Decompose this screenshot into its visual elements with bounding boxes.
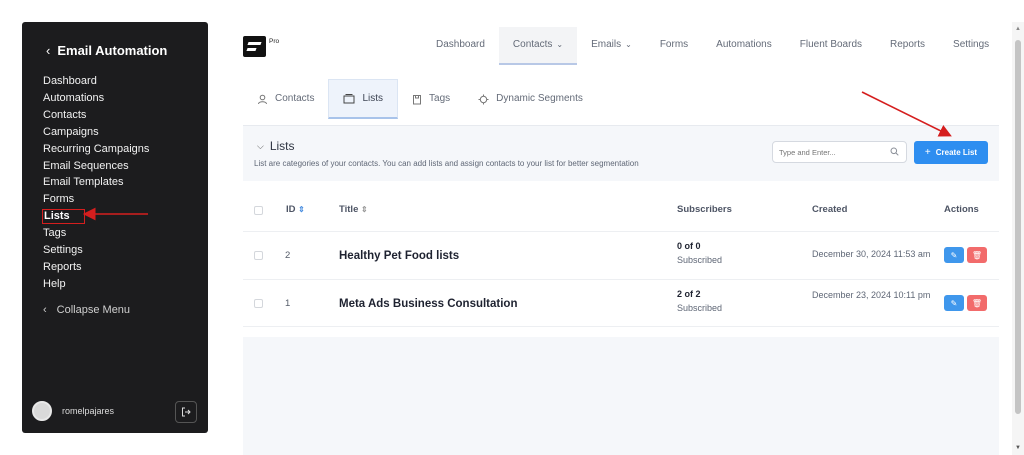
row-title[interactable]: Healthy Pet Food lists — [339, 250, 459, 262]
row-created: December 30, 2024 11:53 am — [812, 249, 931, 259]
sort-icon: ⇕ — [361, 205, 368, 214]
collapse-menu-label: Collapse Menu — [56, 304, 131, 316]
segments-icon — [478, 94, 489, 104]
row-checkbox[interactable] — [254, 251, 263, 260]
edit-button[interactable]: ✎ — [944, 295, 964, 311]
scrollbar-thumb[interactable] — [1015, 40, 1021, 414]
sidebar-item-lists[interactable]: Lists — [42, 208, 149, 225]
row-checkbox[interactable] — [254, 299, 263, 308]
scroll-down-icon[interactable]: ▼ — [1015, 445, 1021, 451]
trash-icon: 🗑 — [971, 298, 983, 308]
trash-icon: 🗑 — [971, 250, 983, 260]
column-id[interactable]: ID ⇕ — [286, 204, 305, 215]
tab-lists[interactable]: Lists — [328, 79, 399, 119]
delete-button[interactable]: 🗑 — [967, 295, 987, 311]
nav-reports[interactable]: Reports — [876, 27, 939, 65]
sidebar-item-email-templates[interactable]: Email Templates — [43, 174, 149, 191]
nav-automations[interactable]: Automations — [702, 27, 786, 65]
tab-dynamic-segments[interactable]: Dynamic Segments — [464, 79, 597, 119]
sidebar-item-campaigns[interactable]: Campaigns — [43, 124, 149, 141]
pencil-icon: ✎ — [950, 298, 958, 308]
lists-table: ID ⇕ Title ⇕ Subscribers Created Actions… — [243, 187, 999, 327]
column-created: Created — [812, 204, 848, 215]
sub-tabs: Contacts Lists Tags Dynamic Segments — [243, 79, 597, 119]
search-box — [772, 141, 907, 163]
top-nav: Dashboard Contacts ⌄ Emails ⌄ Forms Automa… — [422, 27, 1003, 65]
pro-badge: Pro — [269, 38, 280, 45]
back-chevron-icon[interactable]: ‹ — [46, 43, 50, 58]
sidebar-item-dashboard[interactable]: Dashboard — [43, 73, 149, 90]
avatar — [32, 401, 52, 421]
sidebar-item-lists-label: Lists — [42, 209, 85, 225]
sidebar-item-automations[interactable]: Automations — [43, 90, 149, 107]
table-header: ID ⇕ Title ⇕ Subscribers Created Actions — [243, 187, 999, 231]
scrollbar[interactable]: ▲ ▼ — [1012, 22, 1024, 455]
nav-dashboard[interactable]: Dashboard — [422, 27, 499, 65]
pencil-icon: ✎ — [950, 250, 958, 260]
search-icon[interactable] — [890, 147, 899, 158]
panel-title[interactable]: ⌵ Lists — [257, 139, 295, 153]
nav-settings[interactable]: Settings — [939, 27, 1003, 65]
search-input[interactable] — [773, 142, 883, 163]
row-subscribers: 2 of 2 Subscribed — [677, 289, 723, 313]
row-subscribers: 0 of 0 Subscribed — [677, 241, 723, 265]
chevron-down-icon: ⌄ — [556, 40, 564, 49]
user-icon — [258, 94, 267, 104]
row-id: 2 — [285, 250, 291, 261]
row-created: December 23, 2024 10:11 pm — [812, 290, 931, 300]
chevron-down-icon: ⌄ — [625, 40, 632, 49]
collapse-menu-button[interactable]: ‹ Collapse Menu — [43, 304, 130, 316]
sidebar-item-contacts[interactable]: Contacts — [43, 107, 149, 124]
plus-icon: + — [924, 147, 931, 158]
empty-content-area — [243, 337, 999, 455]
panel-description: List are categories of your contacts. Yo… — [254, 159, 639, 168]
sidebar-title-label: Email Automation — [57, 43, 168, 58]
list-icon — [343, 94, 355, 104]
sidebar-item-forms[interactable]: Forms — [43, 191, 149, 208]
lists-panel-header: ⌵ Lists List are categories of your cont… — [243, 125, 999, 181]
chevron-left-icon: ‹ — [43, 304, 47, 316]
nav-contacts[interactable]: Contacts ⌄ — [498, 27, 578, 65]
tab-tags[interactable]: Tags — [398, 79, 464, 119]
scroll-up-icon[interactable]: ▲ — [1015, 26, 1021, 32]
logout-icon — [182, 407, 191, 417]
sidebar-item-recurring-campaigns[interactable]: Recurring Campaigns — [43, 141, 149, 158]
sidebar-item-reports[interactable]: Reports — [43, 259, 149, 276]
username: romelpajares — [62, 406, 115, 416]
user-profile[interactable]: romelpajares — [32, 401, 114, 421]
sidebar-title[interactable]: ‹ Email Automation — [46, 43, 167, 58]
row-title[interactable]: Meta Ads Business Consultation — [339, 298, 518, 310]
create-list-button[interactable]: + Create List — [914, 141, 988, 164]
nav-fluent-boards[interactable]: Fluent Boards — [786, 27, 876, 65]
table-row: 1 Meta Ads Business Consultation 2 of 2 … — [243, 279, 999, 327]
sidebar: ‹ Email Automation Dashboard Automations… — [22, 22, 208, 433]
sidebar-item-settings[interactable]: Settings — [43, 242, 149, 259]
brand-logo[interactable] — [243, 36, 266, 57]
delete-button[interactable]: 🗑 — [967, 247, 987, 263]
sort-icon: ⇕ — [298, 205, 305, 214]
sidebar-item-email-sequences[interactable]: Email Sequences — [43, 158, 149, 175]
column-subscribers: Subscribers — [677, 204, 732, 215]
chevron-down-icon: ⌵ — [257, 140, 264, 151]
edit-button[interactable]: ✎ — [944, 247, 964, 263]
sidebar-item-tags[interactable]: Tags — [43, 225, 149, 242]
sidebar-item-help[interactable]: Help — [43, 276, 149, 293]
sidebar-menu: Dashboard Automations Contacts Campaigns… — [42, 73, 149, 293]
tag-icon — [413, 94, 422, 104]
select-all-checkbox[interactable] — [254, 206, 263, 215]
column-actions: Actions — [944, 204, 979, 215]
column-title[interactable]: Title ⇕ — [339, 204, 368, 215]
row-id: 1 — [285, 298, 291, 309]
app-root: ‹ Email Automation Dashboard Automations… — [0, 0, 1024, 455]
nav-emails[interactable]: Emails ⌄ — [577, 27, 646, 65]
nav-forms[interactable]: Forms — [646, 27, 702, 65]
table-row: 2 Healthy Pet Food lists 0 of 0 Subscrib… — [243, 231, 999, 279]
tab-contacts[interactable]: Contacts — [243, 79, 328, 119]
logout-button[interactable] — [175, 401, 197, 423]
